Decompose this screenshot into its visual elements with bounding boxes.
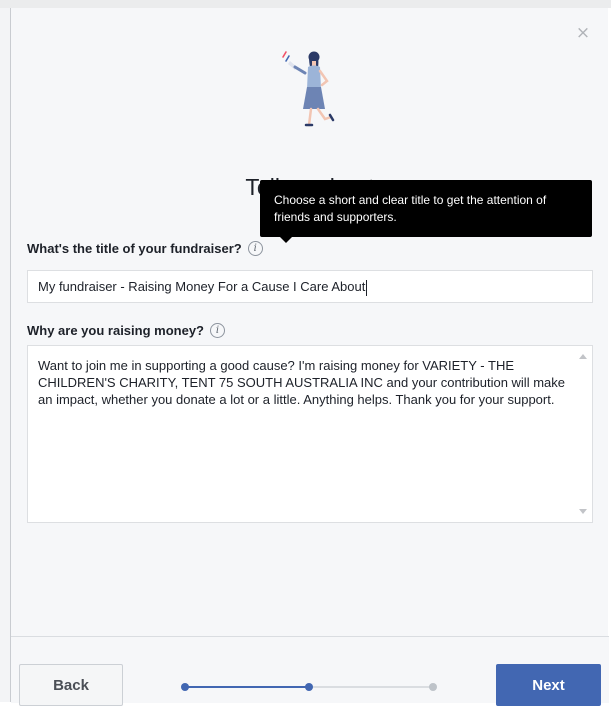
progress-track-completed [185,686,309,688]
dialog-footer: Back Next [11,636,609,706]
fundraiser-description-value: Want to join me in supporting a good cau… [38,358,565,407]
fundraiser-title-value: My fundraiser - Raising Money For a Caus… [38,279,366,294]
title-label: What's the title of your fundraiser? i [27,241,263,256]
tooltip-text: Choose a short and clear title to get th… [274,193,547,224]
progress-step-1 [181,683,189,691]
progress-step-2 [305,683,313,691]
title-tooltip: Choose a short and clear title to get th… [260,180,592,243]
progress-step-3 [429,683,437,691]
woman-with-megaphone-illustration [282,51,335,127]
background-edge [0,0,10,702]
fundraiser-dialog: × Tell us about What's the title of your… [10,8,609,706]
info-icon[interactable]: i [247,241,263,256]
tooltip-arrow [280,237,292,243]
fundraiser-title-input[interactable]: My fundraiser - Raising Money For a Caus… [27,270,593,303]
close-button[interactable]: × [574,24,592,42]
scroll-up-arrow-icon[interactable] [579,354,587,359]
description-label-text: Why are you raising money? [27,323,204,338]
text-caret [366,279,368,296]
background-edge-top [0,0,611,8]
next-button[interactable]: Next [496,664,601,706]
textarea-scrollbar[interactable] [575,346,592,522]
scroll-down-arrow-icon[interactable] [579,509,587,514]
back-button[interactable]: Back [19,664,123,706]
title-label-text: What's the title of your fundraiser? [27,241,242,256]
progress-track-remaining [309,686,433,688]
info-icon[interactable]: i [210,323,225,338]
step-progress-indicator [181,683,437,691]
fundraiser-description-textarea[interactable]: Want to join me in supporting a good cau… [27,345,593,523]
description-label: Why are you raising money? i [27,323,225,338]
